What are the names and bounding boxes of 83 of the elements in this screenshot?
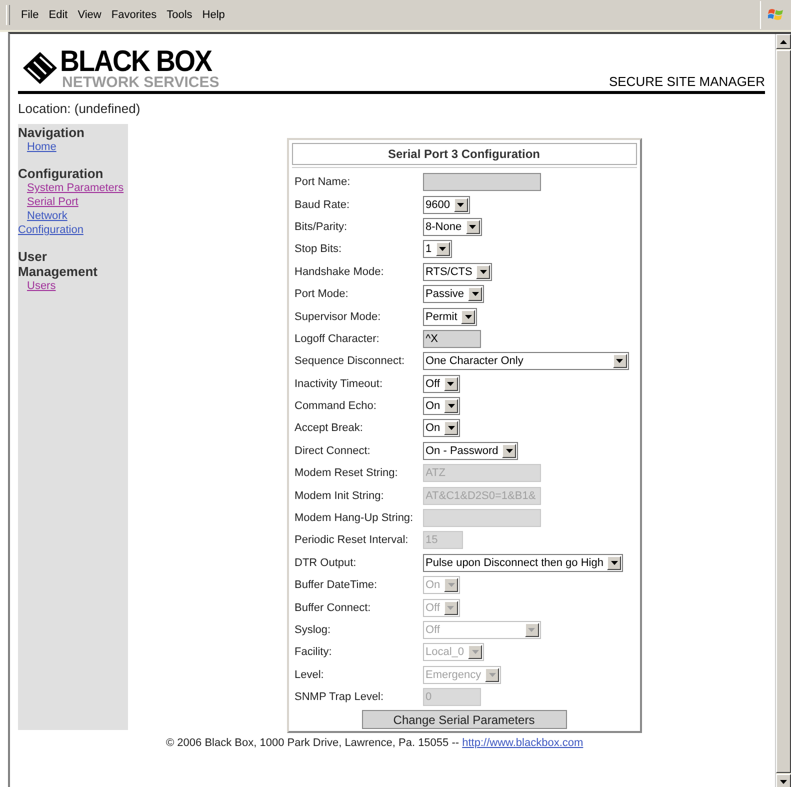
dropdown[interactable]: On	[422, 397, 460, 416]
caret-icon	[472, 292, 479, 296]
field-label: Inactivity Timeout:	[294, 378, 384, 390]
sidebar-heading: User Management	[18, 249, 98, 279]
sidebar-link[interactable]: Users	[18, 279, 128, 293]
sidebar-link[interactable]: System Parameters	[18, 181, 128, 195]
down-arrow-icon	[780, 780, 787, 784]
field-label: Syslog:	[294, 624, 332, 636]
caret-icon	[464, 314, 472, 319]
product-name: SECURE SITE MANAGER	[608, 74, 765, 90]
sidebar-link[interactable]: Serial Port	[18, 195, 128, 209]
menu-item[interactable]: Favorites	[106, 9, 162, 21]
website-link[interactable]: http://www.blackbox.com	[462, 737, 584, 749]
caret-icon	[457, 202, 464, 207]
menu-item[interactable]: Help	[197, 9, 230, 21]
caret-icon	[480, 270, 487, 274]
form-title: Serial Port 3 Configuration	[292, 143, 636, 165]
caret-icon	[528, 628, 535, 632]
menu-item[interactable]: Tools	[162, 9, 198, 21]
field-label: Buffer Connect:	[294, 602, 372, 614]
diamond-logo-icon	[22, 51, 58, 85]
field-label: Periodic Reset Interval:	[294, 534, 410, 546]
dropdown[interactable]: 9600	[422, 196, 470, 214]
dropdown[interactable]: Off	[422, 374, 460, 393]
dropdown[interactable]: Permit	[422, 308, 478, 326]
caret-icon	[616, 359, 623, 364]
menu-item[interactable]: View	[72, 9, 106, 21]
field-label: Sequence Disconnect:	[294, 355, 406, 368]
location-label: Location: (undefined)	[18, 101, 142, 116]
field-label: Supervisor Mode:	[294, 310, 382, 323]
caret-icon	[610, 560, 618, 565]
dropdown[interactable]: 8-None	[422, 218, 482, 236]
scroll-up-button[interactable]	[776, 34, 791, 49]
caret-icon	[472, 650, 479, 654]
field-label: Modem Hang-Up String:	[294, 512, 414, 524]
sidebar-link[interactable]: Network Configuration	[18, 209, 128, 237]
field-label: Handshake Mode:	[294, 266, 385, 278]
caret-icon	[488, 672, 496, 677]
field-label: Port Name:	[294, 176, 352, 188]
menu-item[interactable]: Edit	[44, 9, 73, 21]
sidebar-heading: Configuration	[18, 166, 104, 181]
change-serial-parameters-button[interactable]: Change Serial Parameters	[362, 710, 566, 730]
field-label: Buffer DateTime:	[294, 579, 378, 592]
caret-icon	[439, 247, 446, 252]
caret-icon	[506, 448, 513, 453]
caret-icon	[448, 583, 455, 588]
field-label: Modem Init String:	[294, 490, 385, 502]
copyright-text: © 2006 Black Box, 1000 Park Drive, Lawrence, Pa. 15055 --	[166, 737, 460, 749]
field-label: Bits/Parity:	[294, 220, 348, 233]
field-label: Command Echo:	[294, 400, 378, 412]
field-label: Accept Break:	[294, 422, 364, 434]
field-label: Baud Rate:	[294, 198, 351, 211]
field-label: Direct Connect:	[294, 444, 372, 457]
sidebar-link[interactable]: Home	[18, 140, 128, 154]
field-label: Logoff Character:	[294, 332, 380, 345]
caret-icon	[448, 426, 455, 430]
caret-icon	[447, 606, 454, 610]
field-label: Port Mode:	[294, 288, 350, 300]
windows-logo-icon	[768, 7, 784, 23]
dropdown[interactable]: Passive	[422, 285, 484, 304]
field-label: DTR Output:	[294, 556, 358, 569]
dropdown[interactable]: RTS/CTS	[422, 262, 492, 281]
dropdown[interactable]: Pulse upon Disconnect then go High	[422, 554, 624, 572]
field-label: Level:	[294, 668, 325, 681]
logo-subtitle: NETWORK SERVICES	[62, 75, 220, 90]
field-label: Stop Bits:	[294, 243, 343, 256]
dropdown[interactable]: 1	[422, 240, 452, 258]
field-label: Modem Reset String:	[294, 467, 399, 480]
sidebar-heading: Navigation	[18, 125, 86, 140]
scroll-down-button[interactable]	[776, 774, 791, 787]
caret-icon	[448, 404, 455, 408]
dropdown[interactable]: One Character Only	[422, 352, 628, 370]
dropdown[interactable]: On	[422, 419, 460, 438]
up-arrow-icon	[780, 40, 787, 44]
logo-title: BLACK BOX	[60, 46, 212, 76]
caret-icon	[447, 382, 454, 386]
field-label: Facility:	[294, 646, 333, 658]
field-label: SNMP Trap Level:	[294, 691, 385, 704]
text-field[interactable]	[422, 173, 540, 192]
caret-icon	[469, 224, 476, 229]
menu-item[interactable]: File	[16, 9, 44, 21]
dropdown[interactable]: On - Password	[422, 442, 518, 460]
text-field[interactable]: ^X	[422, 330, 480, 348]
